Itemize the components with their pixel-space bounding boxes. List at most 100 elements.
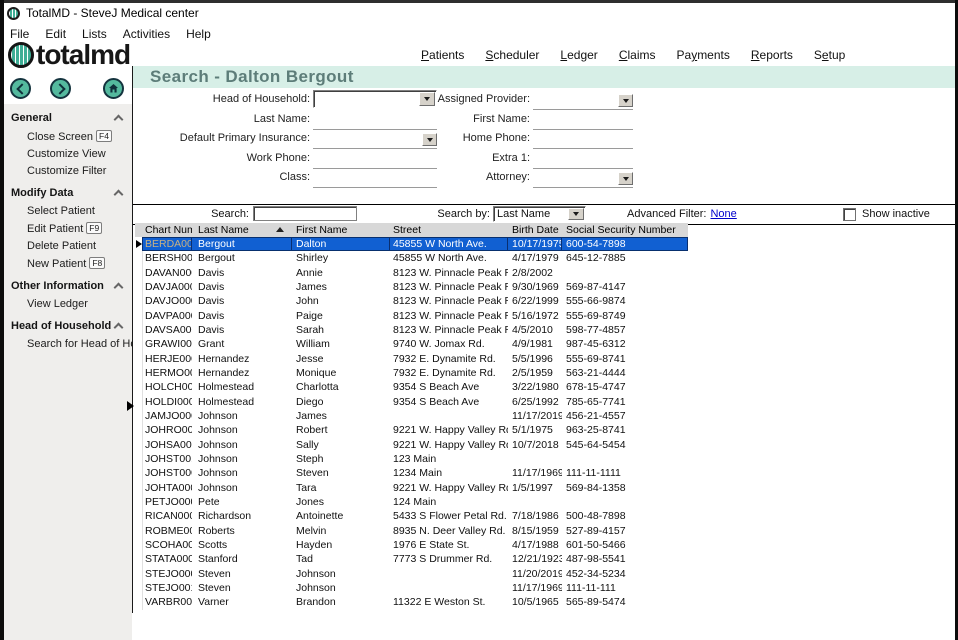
form-row-extra-1: Extra 1:: [380, 149, 633, 168]
menu-file[interactable]: File: [10, 27, 29, 41]
show-inactive-label: Show inactive: [862, 208, 930, 220]
assigned-provider-select[interactable]: [533, 92, 633, 110]
column-header-last-name[interactable]: Last Name: [192, 223, 292, 237]
table-row[interactable]: JOHST001JohnsonSteph123 Main: [135, 452, 688, 466]
default-primary-insurance-label: Default Primary Insurance:: [140, 132, 310, 144]
table-row[interactable]: SCOHA000ScottsHayden1976 E State St.4/17…: [135, 538, 688, 552]
row-gutter: [135, 266, 143, 280]
sidebar-section-head-of-household[interactable]: Head of Household: [4, 312, 132, 335]
table-row[interactable]: DAVJO000DavisJohn8123 W. Pinnacle Peak R…: [135, 294, 688, 308]
search-by-dropdown-button[interactable]: [568, 208, 584, 220]
table-row[interactable]: DAVSA000DavisSarah8123 W. Pinnacle Peak …: [135, 323, 688, 337]
sidebar-item-view-ledger[interactable]: View Ledger: [4, 295, 132, 312]
table-row[interactable]: BERDA000BergoutDalton45855 W North Ave.1…: [135, 237, 688, 251]
column-header-label: Last Name: [198, 224, 249, 236]
sidebar-item-search-for-head-of-hous[interactable]: Search for Head of Hous...: [4, 335, 132, 352]
table-cell-social-security-number: 569-87-4147: [562, 280, 688, 294]
column-header-first-name[interactable]: First Name: [292, 223, 390, 237]
search-input[interactable]: [253, 206, 357, 221]
table-cell-birth-date: 10/17/1975: [508, 237, 562, 251]
tab-setup[interactable]: Setup: [814, 48, 845, 62]
table-cell-street: 1234 Main: [390, 466, 508, 480]
sidebar-item-label: New Patient: [27, 258, 86, 270]
sidebar-item-edit-patient[interactable]: Edit PatientF9: [4, 219, 132, 237]
table-cell-street: 1976 E State St.: [390, 538, 508, 552]
column-header-social-security-number[interactable]: Social Security Number: [562, 223, 688, 237]
table-cell-chart-number: VARBR000: [143, 595, 192, 609]
advanced-filter-none-link[interactable]: None: [710, 208, 736, 220]
combo-dropdown-button[interactable]: [618, 94, 633, 107]
table-cell-street: 7932 E. Dynamite Rd.: [390, 366, 508, 380]
table-row[interactable]: JOHTA000JohnsonTara9221 W. Happy Valley …: [135, 481, 688, 495]
extra-1-input[interactable]: [533, 151, 633, 169]
sidebar-item-new-patient[interactable]: New PatientF8: [4, 254, 132, 272]
sidebar-item-label: Close Screen: [27, 131, 93, 143]
tab-payments[interactable]: Payments: [677, 48, 730, 62]
table-cell-social-security-number: 452-34-5234: [562, 567, 688, 581]
table-row[interactable]: HERJE000HernandezJesse7932 E. Dynamite R…: [135, 352, 688, 366]
table-row[interactable]: JAMJO000JohnsonJames11/17/2019456-21-455…: [135, 409, 688, 423]
attorney-select[interactable]: [533, 170, 633, 188]
table-cell-street: 9221 W. Happy Valley Rd.: [390, 423, 508, 437]
first-name-input[interactable]: [533, 112, 633, 130]
sidebar-section-other-information[interactable]: Other Information: [4, 272, 132, 295]
content-divider: [132, 66, 133, 613]
sidebar-item-customize-filter[interactable]: Customize Filter: [4, 162, 132, 179]
table-cell-street: 5433 S Flower Petal Rd.: [390, 509, 508, 523]
table-cell-birth-date: 11/20/2019: [508, 567, 562, 581]
column-header-street[interactable]: Street: [390, 223, 508, 237]
sidebar-item-close-screen[interactable]: Close ScreenF4: [4, 127, 132, 145]
tab-reports[interactable]: Reports: [751, 48, 793, 62]
table-row[interactable]: STEJO000StevenJohnson11/20/2019452-34-52…: [135, 567, 688, 581]
table-row[interactable]: ROBME000RobertsMelvin8935 N. Deer Valley…: [135, 524, 688, 538]
tab-claims[interactable]: Claims: [619, 48, 656, 62]
sidebar-section-modify-data[interactable]: Modify Data: [4, 179, 132, 202]
table-row[interactable]: DAVAN000DavisAnnie8123 W. Pinnacle Peak …: [135, 266, 688, 280]
chevron-up-icon: [114, 283, 124, 293]
show-inactive-checkbox[interactable]: [843, 208, 856, 221]
table-cell-last-name: Davis: [192, 323, 292, 337]
column-header-birth-date[interactable]: Birth Date: [508, 223, 562, 237]
table-row[interactable]: DAVJA000DavisJames8123 W. Pinnacle Peak …: [135, 280, 688, 294]
table-row[interactable]: HOLDI000HolmesteadDiego9354 S Beach Ave6…: [135, 395, 688, 409]
home-phone-label: Home Phone:: [380, 132, 530, 144]
tab-scheduler[interactable]: Scheduler: [485, 48, 539, 62]
forward-button[interactable]: [50, 78, 71, 99]
back-button[interactable]: [10, 78, 31, 99]
table-row[interactable]: JOHST000JohnsonSteven1234 Main11/17/1969…: [135, 466, 688, 480]
table-row[interactable]: DAVPA000DavisPaige8123 W. Pinnacle Peak …: [135, 309, 688, 323]
home-button[interactable]: [103, 78, 124, 99]
search-by-select[interactable]: Last Name: [493, 206, 586, 222]
table-row[interactable]: BERSH000BergoutShirley45855 W North Ave.…: [135, 251, 688, 265]
sidebar-item-label: Edit Patient: [27, 223, 83, 235]
chevron-down-icon: [573, 212, 579, 216]
combo-dropdown-button[interactable]: [618, 172, 633, 185]
table-row[interactable]: JOHRO000JohnsonRobert9221 W. Happy Valle…: [135, 423, 688, 437]
column-header-chart-number[interactable]: Chart Number: [143, 223, 192, 237]
table-row[interactable]: PETJO000PeteJones124 Main: [135, 495, 688, 509]
table-cell-chart-number: DAVJA000: [143, 280, 192, 294]
table-cell-street: 9740 W. Jomax Rd.: [390, 337, 508, 351]
tab-patients[interactable]: Patients: [421, 48, 464, 62]
sidebar-item-delete-patient[interactable]: Delete Patient: [4, 237, 132, 254]
table-row[interactable]: GRAWI000GrantWilliam9740 W. Jomax Rd.4/9…: [135, 337, 688, 351]
tab-ledger[interactable]: Ledger: [560, 48, 597, 62]
table-cell-street: 124 Main: [390, 495, 508, 509]
field-wrap: [533, 131, 633, 149]
menu-help[interactable]: Help: [186, 27, 211, 41]
table-row[interactable]: RICAN000RichardsonAntoinette5433 S Flowe…: [135, 509, 688, 523]
sidebar-section-general[interactable]: General: [4, 104, 132, 127]
table-cell-birth-date: 4/17/1979: [508, 251, 562, 265]
table-row[interactable]: HOLCH000HolmesteadCharlotta9354 S Beach …: [135, 380, 688, 394]
table-row[interactable]: JOHSA000JohnsonSally9221 W. Happy Valley…: [135, 438, 688, 452]
splitter-arrow-icon[interactable]: [127, 401, 134, 411]
table-row[interactable]: HERMO000HernandezMonique7932 E. Dynamite…: [135, 366, 688, 380]
sidebar-item-customize-view[interactable]: Customize View: [4, 145, 132, 162]
table-row[interactable]: VARBR000VarnerBrandon11322 E Weston St.1…: [135, 595, 688, 609]
table-cell-last-name: Holmestead: [192, 380, 292, 394]
sidebar-item-select-patient[interactable]: Select Patient: [4, 202, 132, 219]
table-row[interactable]: STEJO001StevenJohnson11/17/1969111-11-11…: [135, 581, 688, 595]
home-phone-input[interactable]: [533, 131, 633, 149]
table-cell-street: 8935 N. Deer Valley Rd.: [390, 524, 508, 538]
table-row[interactable]: STATA000StanfordTad7773 S Drummer Rd.12/…: [135, 552, 688, 566]
